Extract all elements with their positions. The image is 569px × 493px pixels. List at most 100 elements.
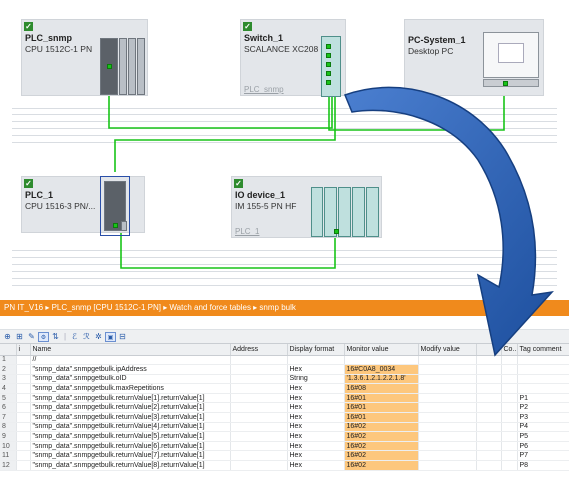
table-row[interactable]: 5 "snmp_data".snmpgetbulk.returnValue[1].…	[0, 393, 569, 404]
header-flag[interactable]	[476, 344, 502, 356]
display-format-cell[interactable]: Hex	[287, 364, 345, 375]
tag-name-cell[interactable]: "snmp_data".snmpgetbulk.returnValue[7].r…	[30, 450, 231, 462]
modify-value-cell[interactable]	[418, 402, 477, 414]
display-format-cell[interactable]: Hex	[287, 412, 345, 423]
modify-value-cell[interactable]	[418, 441, 477, 452]
modify-value-cell[interactable]	[418, 422, 477, 433]
monitor-icon[interactable]: ✎	[26, 332, 37, 342]
address-cell[interactable]	[230, 402, 288, 414]
display-format-cell[interactable]: String	[287, 374, 345, 385]
tag-comment-cell[interactable]: P2	[517, 402, 569, 414]
comment-short-cell[interactable]	[501, 412, 518, 423]
tag-name-cell[interactable]: "snmp_data".snmpgetbulk.returnValue[4].r…	[30, 422, 231, 433]
modify-value-cell[interactable]	[418, 412, 477, 423]
modify-checkbox[interactable]	[476, 450, 502, 462]
modify-checkbox[interactable]	[476, 441, 502, 452]
header-monitor-value[interactable]: Monitor value	[344, 344, 419, 356]
tag-name-cell[interactable]: "snmp_data".snmpgetbulk.returnValue[3].r…	[30, 412, 231, 423]
glasses-icon[interactable]: ℰ	[69, 332, 80, 342]
address-cell[interactable]	[230, 441, 288, 452]
modify-checkbox[interactable]	[476, 460, 502, 471]
modify-value-cell[interactable]	[418, 355, 477, 366]
header-display-format[interactable]: Display format	[287, 344, 345, 356]
modify-value-cell[interactable]	[418, 383, 477, 394]
table-row[interactable]: 7 "snmp_data".snmpgetbulk.returnValue[3].…	[0, 412, 569, 423]
header-modify-value[interactable]: Modify value	[418, 344, 477, 356]
modify-checkbox[interactable]	[476, 364, 502, 375]
display-icon[interactable]: ▣	[105, 331, 116, 342]
display-format-cell[interactable]: Hex	[287, 450, 345, 462]
tag-name-cell[interactable]: "snmp_data".snmpgetbulk.returnValue[5].r…	[30, 431, 231, 442]
display-format-cell[interactable]	[287, 355, 345, 366]
address-cell[interactable]	[230, 393, 288, 404]
table-row[interactable]: 11 "snmp_data".snmpgetbulk.returnValue[7]…	[0, 450, 569, 462]
address-cell[interactable]	[230, 412, 288, 423]
modify-value-cell[interactable]	[418, 364, 477, 375]
comment-short-cell[interactable]	[501, 355, 518, 366]
comment-short-cell[interactable]	[501, 374, 518, 385]
table-row[interactable]: 3 "snmp_data".snmpgetbulk.oID String '1.3.6…	[0, 374, 569, 385]
trigger-icon[interactable]: ✲	[93, 332, 104, 342]
tag-name-cell[interactable]: "snmp_data".snmpgetbulk.oID	[30, 374, 231, 385]
display-format-cell[interactable]: Hex	[287, 422, 345, 433]
table-row[interactable]: 12 "snmp_data".snmpgetbulk.returnValue[8]…	[0, 460, 569, 471]
modify-checkbox[interactable]	[476, 412, 502, 423]
display-format-cell[interactable]: Hex	[287, 402, 345, 414]
table-row[interactable]: 1 //	[0, 355, 569, 366]
tag-name-cell[interactable]: "snmp_data".snmpgetbulk.ipAddress	[30, 364, 231, 375]
ethernet-port-icon[interactable]	[503, 81, 508, 86]
comment-short-cell[interactable]	[501, 383, 518, 394]
address-cell[interactable]	[230, 450, 288, 462]
tag-comment-cell[interactable]: P5	[517, 431, 569, 442]
address-cell[interactable]	[230, 355, 288, 366]
glasses-all-icon[interactable]: ℛ	[81, 332, 92, 342]
display-format-cell[interactable]: Hex	[287, 441, 345, 452]
modify-checkbox[interactable]	[476, 402, 502, 414]
display-format-cell[interactable]: Hex	[287, 383, 345, 394]
tag-comment-cell[interactable]	[517, 383, 569, 394]
header-comment-short[interactable]: Co...	[501, 344, 518, 356]
address-cell[interactable]	[230, 431, 288, 442]
display-format-cell[interactable]: Hex	[287, 460, 345, 471]
ethernet-port-icon[interactable]	[326, 44, 331, 49]
tag-comment-cell[interactable]: P3	[517, 412, 569, 423]
ethernet-port-icon[interactable]	[326, 53, 331, 58]
address-cell[interactable]	[230, 374, 288, 385]
table-row[interactable]: 8 "snmp_data".snmpgetbulk.returnValue[4].…	[0, 422, 569, 433]
tag-name-cell[interactable]: "snmp_data".snmpgetbulk.returnValue[1].r…	[30, 393, 231, 404]
tag-name-cell[interactable]: //	[30, 355, 231, 366]
comment-short-cell[interactable]	[501, 450, 518, 462]
tag-comment-cell[interactable]: P6	[517, 441, 569, 452]
comment-short-cell[interactable]	[501, 422, 518, 433]
add-row-icon[interactable]: ⊕	[2, 332, 13, 342]
tag-name-cell[interactable]: "snmp_data".snmpgetbulk.maxRepetitions	[30, 383, 231, 394]
header-name[interactable]: Name	[30, 344, 231, 356]
force-icon[interactable]: ⇅	[50, 332, 61, 342]
comment-short-cell[interactable]	[501, 441, 518, 452]
ethernet-port-icon[interactable]	[334, 229, 339, 234]
address-cell[interactable]	[230, 364, 288, 375]
modify-checkbox[interactable]	[476, 355, 502, 366]
modify-value-cell[interactable]	[418, 393, 477, 404]
tag-comment-cell[interactable]: P4	[517, 422, 569, 433]
modify-value-cell[interactable]	[418, 450, 477, 462]
table-row[interactable]: 4 "snmp_data".snmpgetbulk.maxRepetitions H…	[0, 383, 569, 394]
modify-checkbox[interactable]	[476, 422, 502, 433]
tag-comment-cell[interactable]: P8	[517, 460, 569, 471]
modify-value-cell[interactable]	[418, 460, 477, 471]
header-tag-comment[interactable]: Tag comment	[517, 344, 569, 356]
insert-row-icon[interactable]: ⊞	[14, 332, 25, 342]
modify-checkbox[interactable]	[476, 383, 502, 394]
stop-icon[interactable]: ⊟	[117, 332, 128, 342]
table-row[interactable]: 10 "snmp_data".snmpgetbulk.returnValue[6]…	[0, 441, 569, 452]
table-row[interactable]: 9 "snmp_data".snmpgetbulk.returnValue[5].…	[0, 431, 569, 442]
tag-comment-cell[interactable]	[517, 364, 569, 375]
ethernet-port-icon[interactable]	[326, 80, 331, 85]
tag-name-cell[interactable]: "snmp_data".snmpgetbulk.returnValue[2].r…	[30, 402, 231, 414]
device-pc-system-1[interactable]: PC-System_1 Desktop PC	[404, 19, 544, 96]
comment-short-cell[interactable]	[501, 393, 518, 404]
table-row[interactable]: 2 "snmp_data".snmpgetbulk.ipAddress Hex 16#…	[0, 364, 569, 375]
comment-short-cell[interactable]	[501, 364, 518, 375]
tag-comment-cell[interactable]: P7	[517, 450, 569, 462]
ethernet-port-icon[interactable]	[326, 71, 331, 76]
